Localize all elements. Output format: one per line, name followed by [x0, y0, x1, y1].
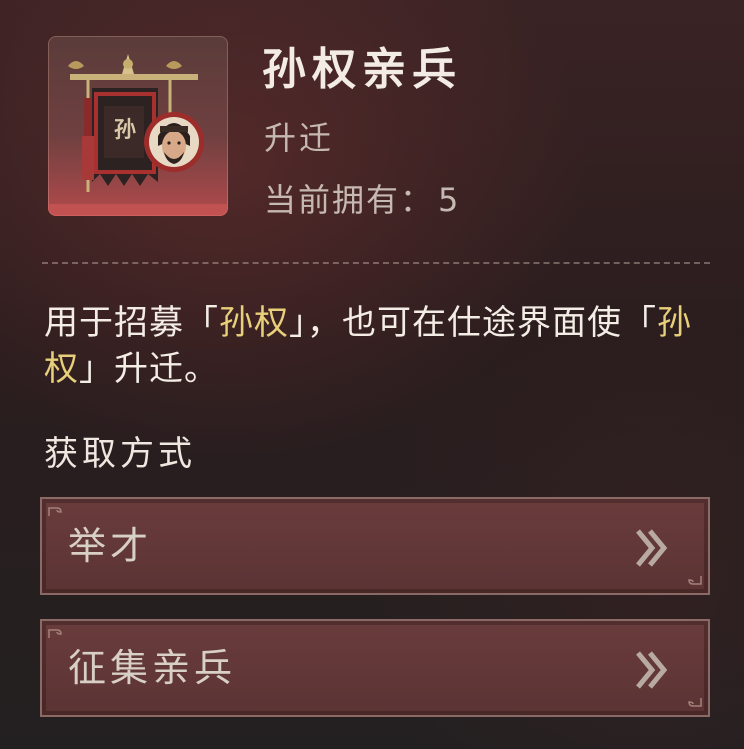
banner-character: 孙	[113, 117, 136, 143]
description-text: 」，也可在仕途界面使「	[289, 303, 657, 343]
description-text: 用于招募「	[44, 303, 219, 343]
corner-ornament-icon	[688, 576, 702, 585]
corner-ornament-icon	[688, 698, 702, 707]
acquire-section-title: 获取方式	[44, 434, 196, 474]
double-chevron-right-icon	[636, 651, 668, 689]
description-highlight: 孙权	[219, 303, 289, 343]
double-chevron-right-icon	[636, 529, 668, 567]
owned-label: 当前拥有：	[264, 181, 435, 219]
item-name: 孙权亲兵	[262, 44, 462, 95]
corner-ornament-icon	[48, 507, 62, 516]
item-detail-panel: 孙 孙权亲兵 升迁 当前拥有： 5 用于招募「孙权」，也可在仕途界面使「孙权」升迁…	[0, 0, 744, 749]
divider	[42, 262, 710, 264]
owned-count: 当前拥有： 5	[264, 178, 460, 222]
sun-quan-guard-banner-icon: 孙	[48, 36, 228, 216]
item-description: 用于招募「孙权」，也可在仕途界面使「孙权」升迁。	[44, 300, 720, 392]
acquire-method-label: 举才	[68, 524, 153, 568]
acquire-method-button[interactable]: 举才	[40, 497, 710, 595]
description-text: 」升迁。	[79, 349, 219, 389]
acquire-method-label: 征集亲兵	[68, 646, 237, 690]
acquire-method-button[interactable]: 征集亲兵	[40, 619, 710, 717]
corner-ornament-icon	[48, 629, 62, 638]
owned-value: 5	[438, 181, 461, 219]
item-category: 升迁	[264, 119, 335, 157]
